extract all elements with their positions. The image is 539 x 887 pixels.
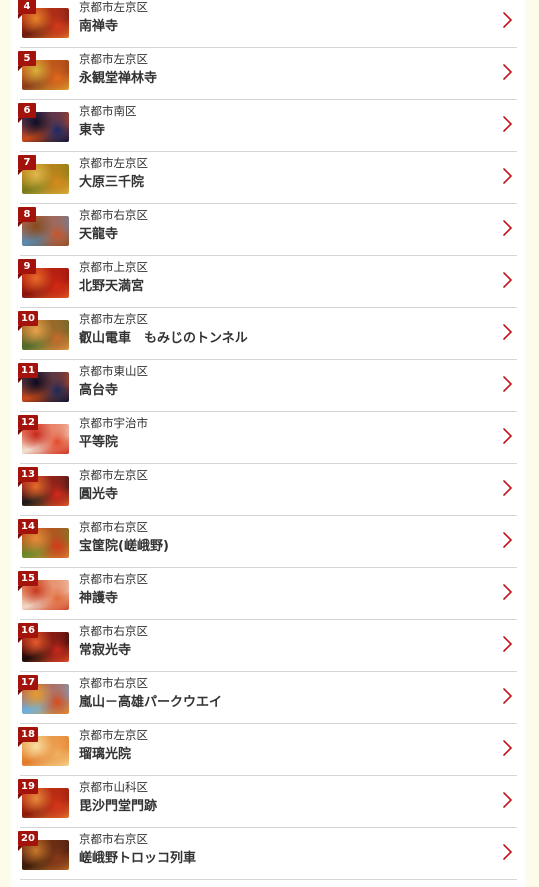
rank-badge: 15 [18, 571, 38, 591]
rank-badge: 12 [18, 415, 38, 435]
rank-badge: 6 [18, 103, 36, 123]
spot-name: 神護寺 [79, 591, 119, 606]
list-item[interactable]: 12 京都市宇治市 平等院 [18, 412, 517, 464]
spot-area: 京都市右京区 [79, 208, 148, 222]
chevron-right-icon [503, 532, 512, 548]
list-item[interactable]: 4 京都市左京区 南禅寺 [18, 0, 517, 48]
rank-badge: 17 [18, 675, 38, 695]
rank-badge: 20 [18, 831, 38, 851]
list-item[interactable]: 19 京都市山科区 毘沙門堂門跡 [18, 776, 517, 828]
spot-area: 京都市左京区 [79, 0, 148, 14]
rank-badge: 10 [18, 311, 38, 331]
rank-badge: 13 [18, 467, 38, 487]
spot-name: 瑠璃光院 [79, 747, 132, 762]
spot-name: 毘沙門堂門跡 [79, 799, 158, 814]
chevron-right-icon [503, 64, 512, 80]
chevron-right-icon [503, 376, 512, 392]
spot-area: 京都市上京区 [79, 260, 148, 274]
spot-name: 嵯峨野トロッコ列車 [79, 851, 197, 866]
rank-badge: 19 [18, 779, 38, 799]
list-item[interactable]: 10 京都市左京区 叡山電車 もみじのトンネル [18, 308, 517, 360]
chevron-right-icon [503, 636, 512, 652]
rank-badge: 14 [18, 519, 38, 539]
spot-area: 京都市左京区 [79, 156, 148, 170]
spot-name: 大原三千院 [79, 175, 145, 190]
spot-area: 京都市宇治市 [79, 416, 148, 430]
chevron-right-icon [503, 272, 512, 288]
list-item[interactable]: 16 京都市右京区 常寂光寺 [18, 620, 517, 672]
spot-area: 京都市左京区 [79, 728, 148, 742]
spot-area: 京都市左京区 [79, 312, 148, 326]
chevron-right-icon [503, 688, 512, 704]
rank-badge: 4 [18, 0, 36, 19]
spot-name: 北野天満宮 [79, 279, 145, 294]
spot-name: 平等院 [79, 435, 119, 450]
spot-area: 京都市左京区 [79, 468, 148, 482]
rank-badge: 16 [18, 623, 38, 643]
list-item[interactable]: 20 京都市右京区 嵯峨野トロッコ列車 [18, 828, 517, 880]
rank-badge: 5 [18, 51, 36, 71]
spot-name: 叡山電車 もみじのトンネル [79, 331, 248, 346]
list-item[interactable]: 5 京都市左京区 永観堂禅林寺 [18, 48, 517, 100]
rank-badge: 18 [18, 727, 38, 747]
chevron-right-icon [503, 584, 512, 600]
rank-badge: 9 [18, 259, 36, 279]
spot-area: 京都市左京区 [79, 52, 148, 66]
spot-area: 京都市右京区 [79, 572, 148, 586]
chevron-right-icon [503, 168, 512, 184]
spot-name: 永観堂禅林寺 [79, 71, 158, 86]
spot-name: 高台寺 [79, 383, 119, 398]
rank-badge: 11 [18, 363, 38, 383]
chevron-right-icon [503, 116, 512, 132]
chevron-right-icon [503, 480, 512, 496]
chevron-right-icon [503, 12, 512, 28]
list-item[interactable]: 11 京都市東山区 高台寺 [18, 360, 517, 412]
list-item[interactable]: 8 京都市右京区 天龍寺 [18, 204, 517, 256]
spot-name: 嵐山－高雄パークウエイ [79, 695, 223, 710]
list-item[interactable]: 18 京都市左京区 瑠璃光院 [18, 724, 517, 776]
rank-badge: 8 [18, 207, 36, 227]
list-item[interactable]: 9 京都市上京区 北野天満宮 [18, 256, 517, 308]
ranking-list-panel: 4 京都市左京区 南禅寺 5 京都市左京区 永観堂禅林寺 6 京都市南区 東寺 … [11, 0, 525, 887]
spot-name: 常寂光寺 [79, 643, 132, 658]
chevron-right-icon [503, 428, 512, 444]
spot-area: 京都市右京区 [79, 624, 148, 638]
list-item[interactable]: 15 京都市右京区 神護寺 [18, 568, 517, 620]
spot-name: 南禅寺 [79, 19, 119, 34]
list-item[interactable]: 6 京都市南区 東寺 [18, 100, 517, 152]
spot-name: 宝筐院(嵯峨野) [79, 539, 169, 554]
rank-badge: 7 [18, 155, 36, 175]
chevron-right-icon [503, 740, 512, 756]
list-item[interactable]: 13 京都市左京区 圓光寺 [18, 464, 517, 516]
spot-area: 京都市右京区 [79, 520, 148, 534]
spot-name: 圓光寺 [79, 487, 119, 502]
chevron-right-icon [503, 844, 512, 860]
spot-area: 京都市右京区 [79, 832, 148, 846]
chevron-right-icon [503, 220, 512, 236]
list-item[interactable]: 14 京都市右京区 宝筐院(嵯峨野) [18, 516, 517, 568]
list-item[interactable]: 17 京都市右京区 嵐山－高雄パークウエイ [18, 672, 517, 724]
spot-area: 京都市右京区 [79, 676, 148, 690]
spot-name: 天龍寺 [79, 227, 119, 242]
spot-area: 京都市山科区 [79, 780, 148, 794]
spot-area: 京都市東山区 [79, 364, 148, 378]
chevron-right-icon [503, 324, 512, 340]
spot-name: 東寺 [79, 123, 106, 138]
chevron-right-icon [503, 792, 512, 808]
list-item[interactable]: 7 京都市左京区 大原三千院 [18, 152, 517, 204]
spot-area: 京都市南区 [79, 104, 137, 118]
